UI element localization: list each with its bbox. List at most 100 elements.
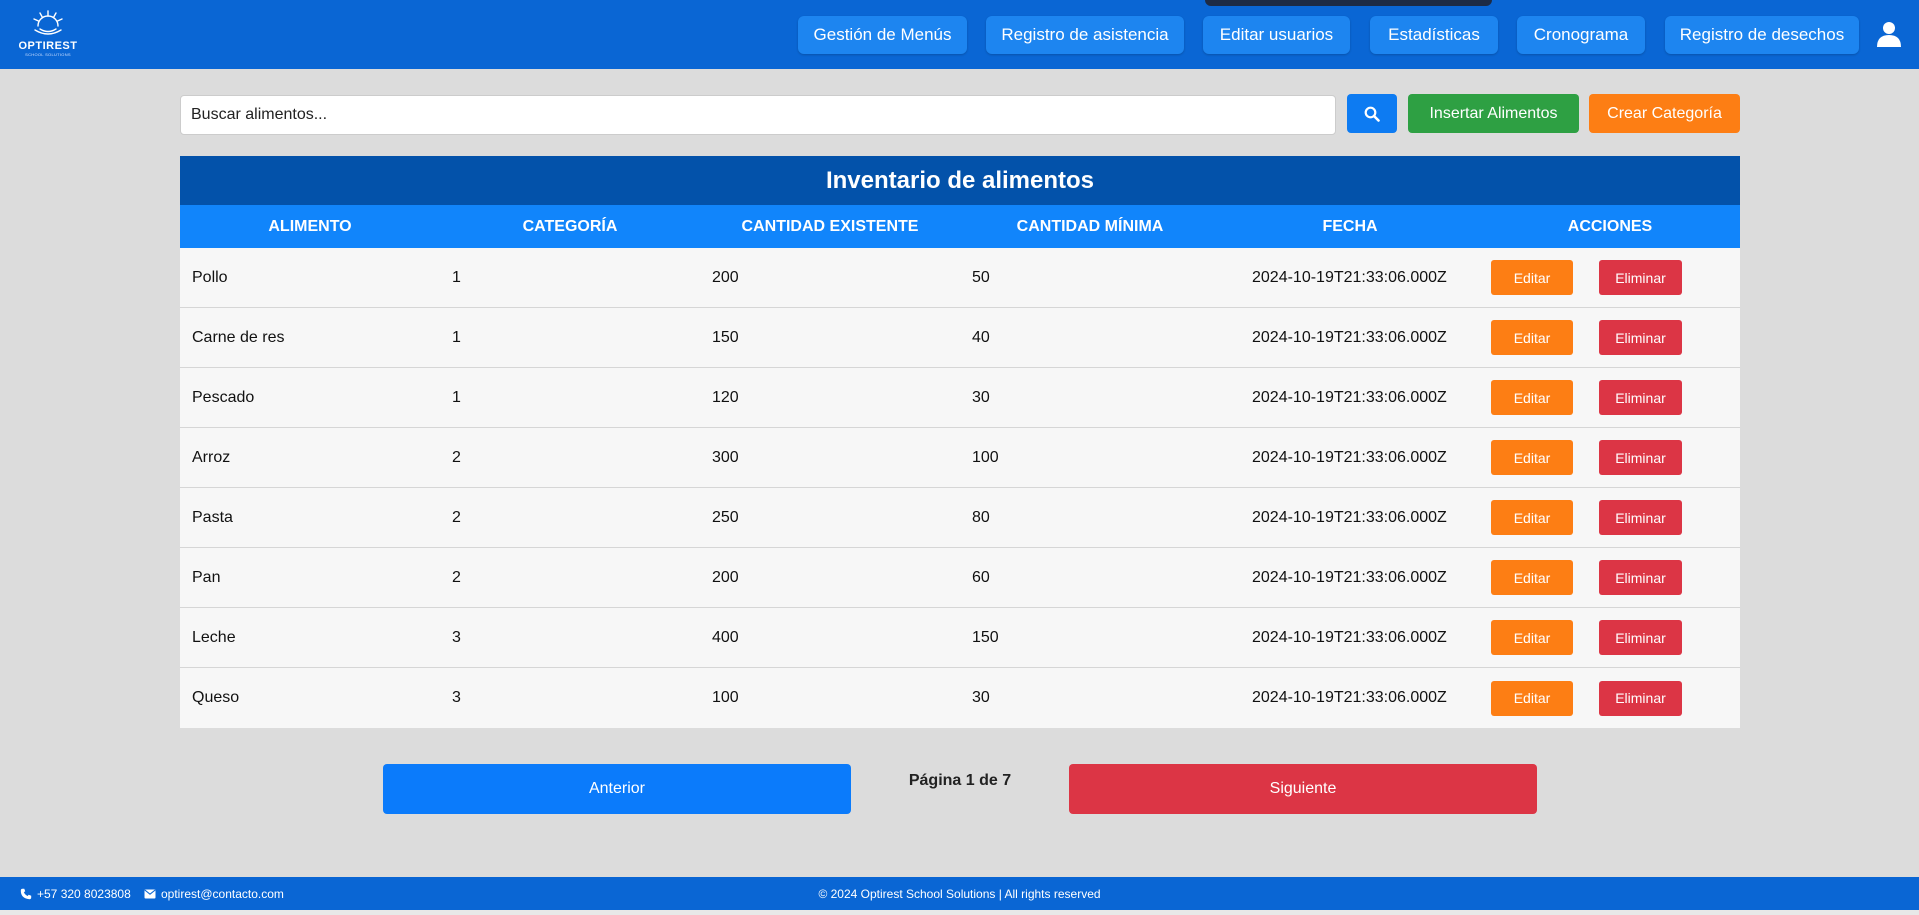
cell-categoria: 2 <box>452 448 461 466</box>
edit-button[interactable]: Editar <box>1491 560 1573 595</box>
cell-alimento: Queso <box>192 689 240 706</box>
column-header-cantidad-minima: CANTIDAD MÍNIMA <box>1016 217 1164 235</box>
delete-button[interactable]: Eliminar <box>1599 620 1682 655</box>
delete-button[interactable]: Eliminar <box>1599 560 1682 595</box>
cell-cantidad-existente: 200 <box>712 568 739 586</box>
cell-alimento: Pescado <box>192 388 255 406</box>
create-category-button[interactable]: Crear Categoría <box>1589 94 1740 133</box>
column-header-categoria: CATEGORÍA <box>522 217 618 235</box>
cell-cantidad-minima: 80 <box>972 508 990 526</box>
table-title: Inventario de alimentos <box>180 156 1740 205</box>
table-header-row: ALIMENTO CATEGORÍA CANTIDAD EXISTENTE CA… <box>180 205 1740 248</box>
footer-copyright: © 2024 Optirest School Solutions | All r… <box>818 887 1101 901</box>
inventory-table: Inventario de alimentos ALIMENTO CATEGOR… <box>180 156 1740 728</box>
cell-fecha: 2024-10-19T21:33:06.000Z <box>1252 628 1447 646</box>
edit-button[interactable]: Editar <box>1491 260 1573 295</box>
edit-button[interactable]: Editar <box>1491 320 1573 355</box>
cell-categoria: 3 <box>452 628 461 646</box>
cell-cantidad-existente: 100 <box>712 689 739 706</box>
logo-icon <box>33 10 63 35</box>
cell-alimento: Leche <box>192 628 236 646</box>
cell-cantidad-existente: 300 <box>712 448 739 466</box>
cell-fecha: 2024-10-19T21:33:06.000Z <box>1252 508 1447 526</box>
search-input[interactable] <box>180 95 1336 135</box>
cell-acciones: Editar Eliminar <box>1480 440 1720 475</box>
column-header-cantidad-existente: CANTIDAD EXISTENTE <box>741 217 919 235</box>
cell-categoria: 1 <box>452 388 461 406</box>
logo-text: OPTIREST <box>18 40 78 52</box>
footer-bottom-strip <box>0 910 1919 915</box>
cell-acciones: Editar Eliminar <box>1480 260 1720 295</box>
nav-estadisticas[interactable]: Estadísticas <box>1370 16 1498 54</box>
cell-cantidad-existente: 200 <box>712 268 739 286</box>
delete-button[interactable]: Eliminar <box>1599 260 1682 295</box>
cell-acciones: Editar Eliminar <box>1480 560 1720 595</box>
table-row: Carne de res 1 150 40 2024-10-19T21:33:0… <box>180 308 1740 368</box>
cell-categoria: 1 <box>452 268 461 286</box>
edit-button[interactable]: Editar <box>1491 380 1573 415</box>
cell-alimento: Pollo <box>192 268 228 286</box>
cell-cantidad-existente: 150 <box>712 328 739 346</box>
cell-cantidad-existente: 400 <box>712 628 739 646</box>
cell-cantidad-minima: 50 <box>972 268 990 286</box>
table-row: Pasta 2 250 80 2024-10-19T21:33:06.000Z … <box>180 488 1740 548</box>
column-header-alimento: ALIMENTO <box>268 217 352 235</box>
cell-acciones: Editar Eliminar <box>1480 680 1720 716</box>
footer-email-text[interactable]: optirest@contacto.com <box>161 887 284 901</box>
cell-cantidad-minima: 100 <box>972 448 999 466</box>
cell-fecha: 2024-10-19T21:33:06.000Z <box>1252 568 1447 586</box>
top-navbar: OPTIREST SCHOOL SOLUTIONS Gestión de Men… <box>0 0 1919 69</box>
cell-cantidad-minima: 30 <box>972 388 990 406</box>
footer-phone: +57 320 8023808 <box>20 887 131 901</box>
window-notch <box>1205 0 1492 6</box>
delete-button[interactable]: Eliminar <box>1599 680 1682 716</box>
column-header-acciones: ACCIONES <box>1567 217 1653 235</box>
previous-page-button[interactable]: Anterior <box>383 764 851 814</box>
cell-fecha: 2024-10-19T21:33:06.000Z <box>1252 689 1447 706</box>
edit-button[interactable]: Editar <box>1491 680 1573 716</box>
cell-alimento: Carne de res <box>192 328 285 346</box>
delete-button[interactable]: Eliminar <box>1599 380 1682 415</box>
logo-subtext: SCHOOL SOLUTIONS <box>25 52 71 57</box>
cell-fecha: 2024-10-19T21:33:06.000Z <box>1252 388 1447 406</box>
insert-food-button[interactable]: Insertar Alimentos <box>1408 94 1579 133</box>
user-icon[interactable] <box>1876 21 1902 47</box>
cell-cantidad-existente: 120 <box>712 388 739 406</box>
cell-cantidad-existente: 250 <box>712 508 739 526</box>
table-row: Pollo 1 200 50 2024-10-19T21:33:06.000Z … <box>180 248 1740 308</box>
delete-button[interactable]: Eliminar <box>1599 500 1682 535</box>
nav-cronograma[interactable]: Cronograma <box>1517 16 1645 54</box>
nav-registro-desechos[interactable]: Registro de desechos <box>1665 16 1859 54</box>
cell-categoria: 2 <box>452 568 461 586</box>
nav-registro-asistencia[interactable]: Registro de asistencia <box>986 16 1184 54</box>
delete-button[interactable]: Eliminar <box>1599 320 1682 355</box>
edit-button[interactable]: Editar <box>1491 440 1573 475</box>
table-row: Pan 2 200 60 2024-10-19T21:33:06.000Z Ed… <box>180 548 1740 608</box>
page-indicator: Página 1 de 7 <box>908 772 1012 789</box>
delete-button[interactable]: Eliminar <box>1599 440 1682 475</box>
cell-acciones: Editar Eliminar <box>1480 320 1720 355</box>
optirest-logo[interactable]: OPTIREST SCHOOL SOLUTIONS <box>18 8 78 60</box>
search-button[interactable] <box>1347 94 1397 133</box>
cell-cantidad-minima: 40 <box>972 328 990 346</box>
edit-button[interactable]: Editar <box>1491 620 1573 655</box>
footer-phone-text: +57 320 8023808 <box>37 887 131 901</box>
next-page-button[interactable]: Siguiente <box>1069 764 1537 814</box>
cell-categoria: 3 <box>452 689 461 706</box>
cell-fecha: 2024-10-19T21:33:06.000Z <box>1252 328 1447 346</box>
cell-fecha: 2024-10-19T21:33:06.000Z <box>1252 268 1447 286</box>
cell-alimento: Arroz <box>192 448 231 466</box>
edit-button[interactable]: Editar <box>1491 500 1573 535</box>
nav-editar-usuarios[interactable]: Editar usuarios <box>1203 16 1350 54</box>
column-header-fecha: FECHA <box>1322 217 1378 235</box>
cell-acciones: Editar Eliminar <box>1480 620 1720 655</box>
cell-cantidad-minima: 30 <box>972 689 990 706</box>
cell-acciones: Editar Eliminar <box>1480 500 1720 535</box>
nav-gestion-menus[interactable]: Gestión de Menús <box>798 16 967 54</box>
table-row: Pescado 1 120 30 2024-10-19T21:33:06.000… <box>180 368 1740 428</box>
phone-icon <box>20 888 32 900</box>
cell-cantidad-minima: 60 <box>972 568 990 586</box>
cell-acciones: Editar Eliminar <box>1480 380 1720 415</box>
table-row: Arroz 2 300 100 2024-10-19T21:33:06.000Z… <box>180 428 1740 488</box>
cell-fecha: 2024-10-19T21:33:06.000Z <box>1252 448 1447 466</box>
